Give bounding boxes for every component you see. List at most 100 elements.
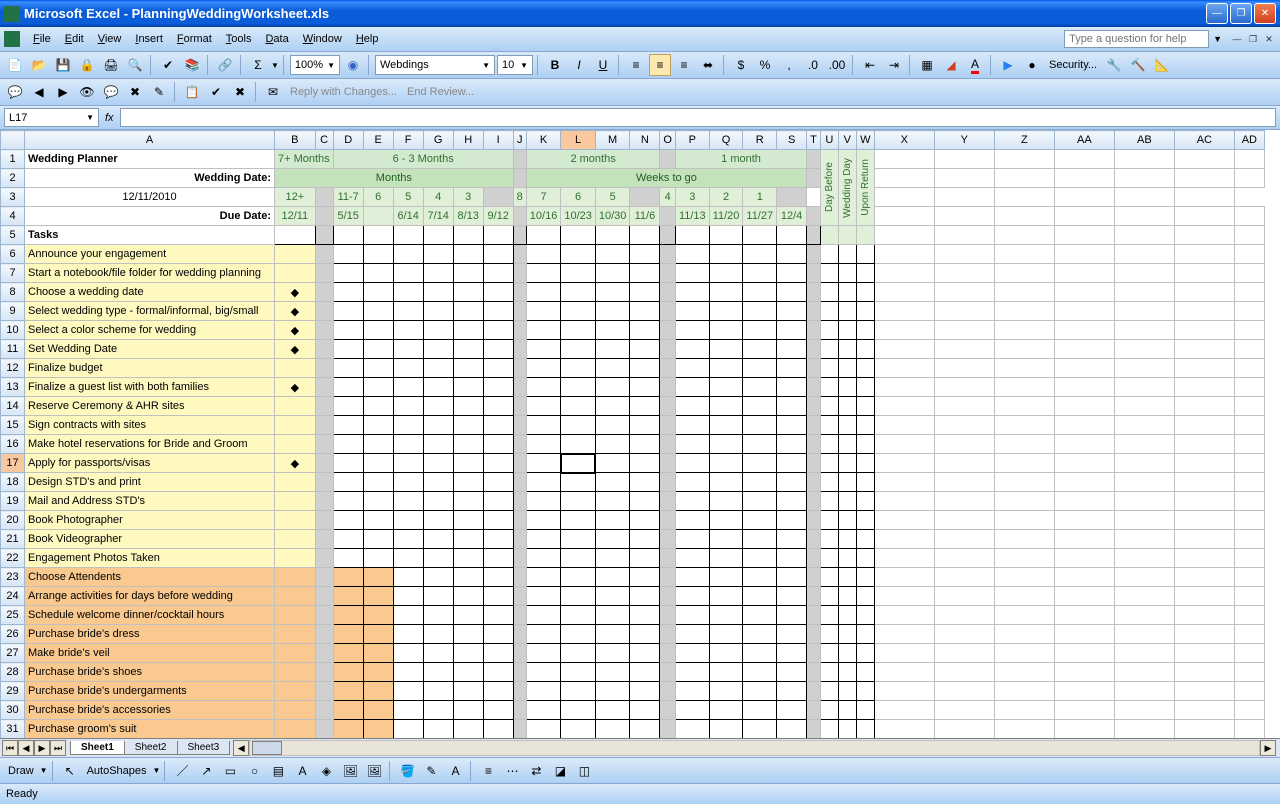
delete-comment-icon[interactable]: ✖ (124, 81, 146, 103)
track-changes-icon[interactable]: 📋 (181, 81, 203, 103)
menu-insert[interactable]: Insert (128, 30, 170, 48)
help-dropdown-arrow[interactable]: ▼ (1213, 34, 1222, 44)
font-size-combo[interactable]: 10▼ (497, 55, 533, 75)
row-header-26[interactable]: 26 (1, 625, 25, 644)
sheet-tab-sheet1[interactable]: Sheet1 (70, 741, 125, 755)
prev-comment-icon[interactable]: ◀ (28, 81, 50, 103)
design-mode-icon[interactable]: 📐 (1151, 54, 1173, 76)
task-cell[interactable]: Start a notebook/file folder for wedding… (25, 264, 275, 283)
menu-tools[interactable]: Tools (219, 30, 259, 48)
col-header-X[interactable]: X (874, 131, 934, 150)
spelling-icon[interactable]: ✔ (157, 54, 179, 76)
save-icon[interactable]: 💾 (52, 54, 74, 76)
col-header-AA[interactable]: AA (1054, 131, 1114, 150)
task-cell[interactable]: Engagement Photos Taken (25, 549, 275, 568)
doc-restore-button[interactable]: ❐ (1246, 32, 1260, 46)
print-preview-icon[interactable]: 🔍 (124, 54, 146, 76)
menu-data[interactable]: Data (258, 30, 295, 48)
align-left-icon[interactable]: ≡ (625, 54, 647, 76)
worksheet-grid[interactable]: ABCDEFGHIJKLMNOPQRSTUVWXYZAAABACAD 1Wedd… (0, 130, 1280, 738)
col-header-W[interactable]: W (856, 131, 874, 150)
row-header-7[interactable]: 7 (1, 264, 25, 283)
task-cell[interactable]: Purchase bride's accessories (25, 701, 275, 720)
task-cell[interactable]: Reserve Ceremony & AHR sites (25, 397, 275, 416)
col-header-P[interactable]: P (675, 131, 709, 150)
control-menu-icon[interactable] (4, 31, 20, 47)
col-header-U[interactable]: U (820, 131, 838, 150)
merge-center-icon[interactable]: ⬌ (697, 54, 719, 76)
col-header-L[interactable]: L (561, 131, 596, 150)
col-header-AB[interactable]: AB (1114, 131, 1174, 150)
col-header-Y[interactable]: Y (934, 131, 994, 150)
task-cell[interactable]: Design STD's and print (25, 473, 275, 492)
col-header-F[interactable]: F (393, 131, 423, 150)
formula-input[interactable] (120, 108, 1276, 127)
row-header-13[interactable]: 13 (1, 378, 25, 397)
end-review-button[interactable]: End Review... (403, 86, 478, 98)
row-header-25[interactable]: 25 (1, 606, 25, 625)
row-header-2[interactable]: 2 (1, 169, 25, 188)
col-header-O[interactable]: O (660, 131, 676, 150)
menu-format[interactable]: Format (170, 30, 219, 48)
row-header-28[interactable]: 28 (1, 663, 25, 682)
bold-icon[interactable]: B (544, 54, 566, 76)
wordart-icon[interactable]: A (291, 760, 313, 782)
task-cell[interactable]: Apply for passports/visas (25, 454, 275, 473)
col-header-D[interactable]: D (333, 131, 363, 150)
row-header-10[interactable]: 10 (1, 321, 25, 340)
col-header-G[interactable]: G (423, 131, 453, 150)
col-header-M[interactable]: M (595, 131, 630, 150)
fill-color-draw-icon[interactable]: 🪣 (396, 760, 418, 782)
row-header-29[interactable]: 29 (1, 682, 25, 701)
line-icon[interactable]: ／ (171, 760, 193, 782)
fill-color-icon[interactable]: ◢ (940, 54, 962, 76)
vba-icon[interactable]: 🔧 (1103, 54, 1125, 76)
row-header-3[interactable]: 3 (1, 188, 25, 207)
row-header-4[interactable]: 4 (1, 207, 25, 226)
hyperlink-icon[interactable]: 🔗 (214, 54, 236, 76)
next-comment-icon[interactable]: ▶ (52, 81, 74, 103)
task-cell[interactable]: Purchase bride's dress (25, 625, 275, 644)
row-header-16[interactable]: 16 (1, 435, 25, 454)
show-all-comments-icon[interactable]: 💬 (100, 81, 122, 103)
percent-icon[interactable]: % (754, 54, 776, 76)
3d-icon[interactable]: ◫ (573, 760, 595, 782)
doc-close-button[interactable]: ✕ (1262, 32, 1276, 46)
ink-icon[interactable]: ✎ (148, 81, 170, 103)
task-cell[interactable]: Schedule welcome dinner/cocktail hours (25, 606, 275, 625)
row-header-20[interactable]: 20 (1, 511, 25, 530)
horizontal-scrollbar[interactable]: ◀ ▶ (233, 740, 1276, 756)
col-header-B[interactable]: B (275, 131, 316, 150)
row-header-17[interactable]: 17 (1, 454, 25, 473)
select-all-corner[interactable] (1, 131, 25, 150)
col-header-H[interactable]: H (453, 131, 483, 150)
task-cell[interactable]: Purchase bride's undergarments (25, 682, 275, 701)
menu-window[interactable]: Window (296, 30, 349, 48)
row-header-6[interactable]: 6 (1, 245, 25, 264)
row-header-5[interactable]: 5 (1, 226, 25, 245)
new-comment-icon[interactable]: 💬 (4, 81, 26, 103)
underline-icon[interactable]: U (592, 54, 614, 76)
task-cell[interactable]: Announce your engagement (25, 245, 275, 264)
row-header-30[interactable]: 30 (1, 701, 25, 720)
open-icon[interactable]: 📂 (28, 54, 50, 76)
task-cell[interactable]: Choose a wedding date (25, 283, 275, 302)
task-cell[interactable]: Make bride's veil (25, 644, 275, 663)
scroll-left-icon[interactable]: ◀ (233, 740, 249, 756)
oval-icon[interactable]: ○ (243, 760, 265, 782)
col-header-Q[interactable]: Q (709, 131, 743, 150)
research-icon[interactable]: 📚 (181, 54, 203, 76)
reject-change-icon[interactable]: ✖ (229, 81, 251, 103)
line-style-icon[interactable]: ≡ (477, 760, 499, 782)
menu-file[interactable]: File (26, 30, 58, 48)
arrow-style-icon[interactable]: ⇄ (525, 760, 547, 782)
borders-icon[interactable]: ▦ (916, 54, 938, 76)
accept-change-icon[interactable]: ✔ (205, 81, 227, 103)
close-button[interactable]: ✕ (1254, 3, 1276, 24)
sheet-tab-sheet3[interactable]: Sheet3 (177, 741, 231, 755)
menu-help[interactable]: Help (349, 30, 386, 48)
row-header-21[interactable]: 21 (1, 530, 25, 549)
draw-menu[interactable]: Draw (4, 765, 38, 777)
fx-icon[interactable]: fx (105, 112, 114, 124)
comma-icon[interactable]: , (778, 54, 800, 76)
